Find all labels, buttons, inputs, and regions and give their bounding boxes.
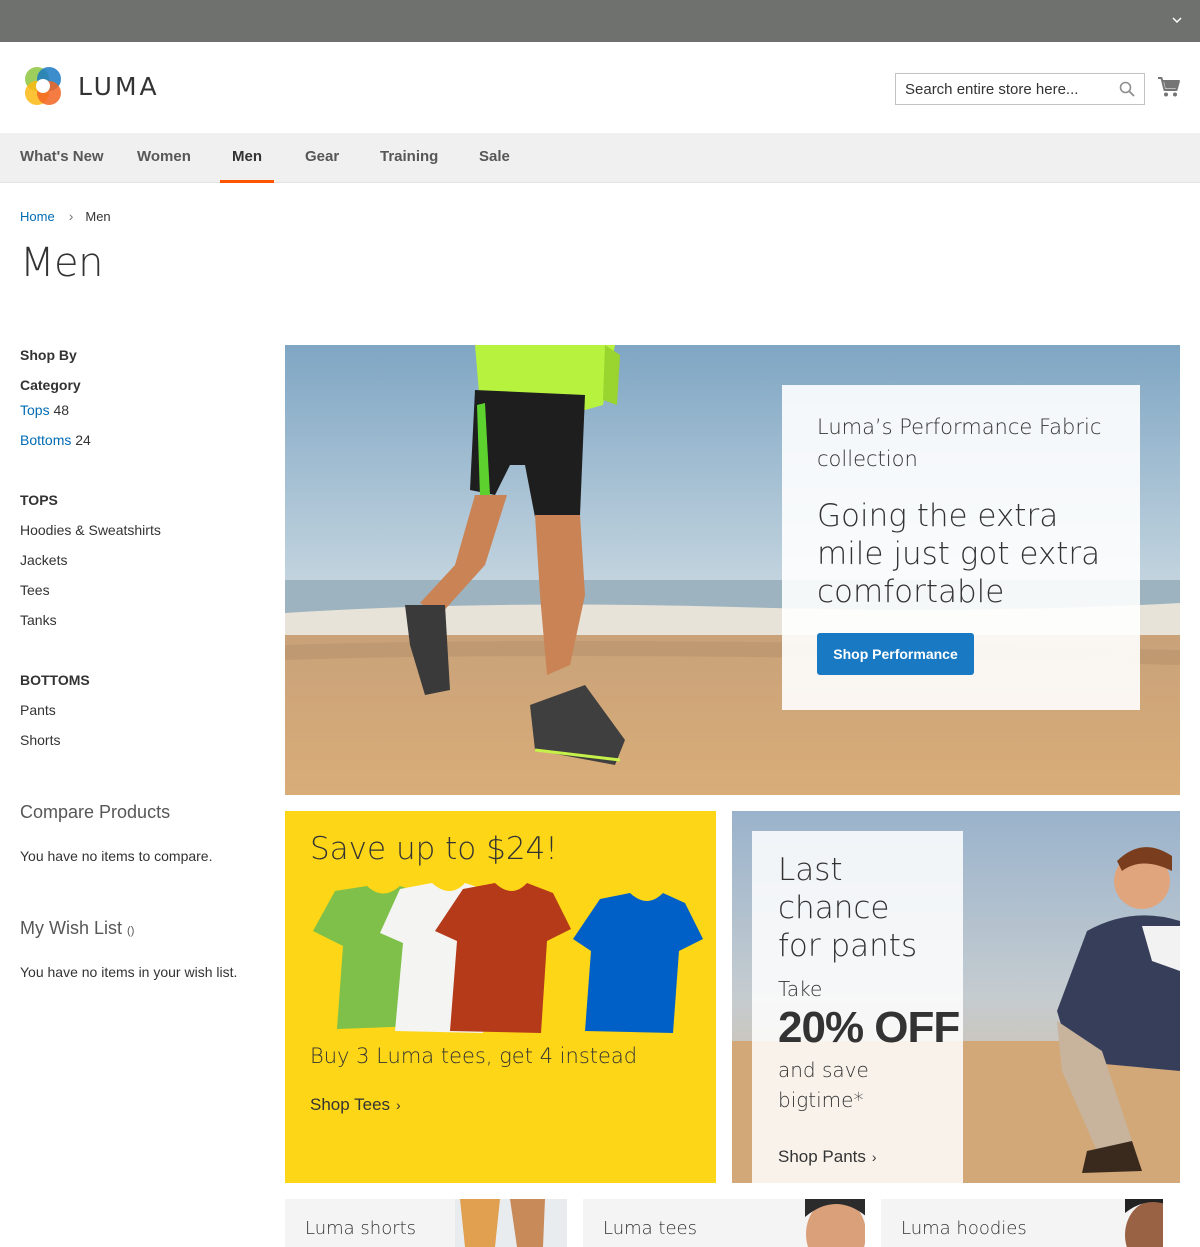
shop-performance-button[interactable]: Shop Performance (817, 633, 974, 675)
active-indicator (220, 180, 274, 183)
pants-promo-take: Take (778, 977, 823, 1001)
compare-products-title: Compare Products (20, 802, 171, 822)
wishlist-count: () (127, 925, 135, 937)
category-label: Tops (20, 402, 50, 418)
tops-heading: TOPS (20, 492, 58, 508)
tshirts-image (313, 883, 703, 1033)
category-filter-tops[interactable]: Tops 48 (20, 402, 69, 418)
pants-promo-tile[interactable]: Last chance for pants Take 20% OFF and s… (732, 811, 1180, 1183)
chevron-right-icon: › (396, 1097, 401, 1113)
shop-tees-link[interactable]: Shop Tees › (310, 1095, 401, 1115)
luma-logo-icon (25, 67, 61, 105)
sidebar-link-tanks[interactable]: Tanks (20, 612, 57, 628)
category-filter-bottoms[interactable]: Bottoms 24 (20, 432, 91, 448)
nav-item-sale[interactable]: Sale (479, 133, 510, 183)
hero-headline: Going the extra mile just got extra comf… (817, 498, 1101, 610)
main-navigation: What's New Women Men Gear Training Sale (0, 133, 1200, 183)
shop-pants-label: Shop Pants (778, 1147, 866, 1166)
tees-promo-tile[interactable]: Save up to $24! Buy 3 Luma tees, get 4 i… (285, 811, 716, 1183)
nav-item-whats-new[interactable]: What's New (20, 133, 104, 183)
top-panel (0, 0, 1200, 42)
luma-hoodies-label: Luma hoodies (901, 1218, 1027, 1239)
nav-item-women[interactable]: Women (137, 133, 191, 183)
sidebar-link-pants[interactable]: Pants (20, 702, 56, 718)
breadcrumb: Home › Men (20, 208, 111, 224)
chevron-down-icon[interactable] (1170, 13, 1184, 27)
hero-banner[interactable]: Luma’s Performance Fabric collection Goi… (285, 345, 1180, 795)
category-count: 48 (53, 402, 70, 418)
pants-promo-discount: 20% OFF (778, 1003, 960, 1052)
sidebar-link-jackets[interactable]: Jackets (20, 552, 67, 568)
pants-promo-headline: Last chance for pants (778, 852, 918, 964)
luma-shorts-tile[interactable]: Luma shorts (285, 1199, 567, 1247)
luma-shorts-label: Luma shorts (305, 1218, 417, 1239)
search-icon[interactable] (1119, 81, 1135, 97)
nav-item-gear[interactable]: Gear (305, 133, 339, 183)
luma-tees-label: Luma tees (603, 1218, 697, 1239)
shop-by-heading: Shop By (20, 347, 77, 363)
hero-subtitle: Luma’s Performance Fabric collection (817, 415, 1102, 471)
nav-item-men[interactable]: Men (220, 133, 274, 183)
sidebar-link-hoodies[interactable]: Hoodies & Sweatshirts (20, 522, 161, 538)
wishlist-title: My Wish List () (20, 918, 134, 939)
shopping-cart-icon[interactable] (1157, 75, 1181, 99)
nav-item-training[interactable]: Training (380, 133, 438, 183)
nav-item-men-label: Men (232, 148, 262, 165)
search-box (895, 73, 1145, 105)
logo-text: LUMA (78, 71, 160, 101)
sidebar-link-tees[interactable]: Tees (20, 582, 50, 598)
shop-tees-label: Shop Tees (310, 1095, 391, 1114)
wishlist-title-text: My Wish List (20, 918, 123, 938)
pants-promo-card: Last chance for pants Take 20% OFF and s… (752, 831, 963, 1183)
luma-logo[interactable]: LUMA (20, 63, 160, 109)
tees-promo-subline: Buy 3 Luma tees, get 4 instead (310, 1044, 638, 1068)
breadcrumb-current: Men (85, 208, 111, 224)
hero-card: Luma’s Performance Fabric collection Goi… (782, 385, 1140, 710)
compare-empty-message: You have no items to compare. (20, 848, 213, 864)
category-label: Bottoms (20, 432, 72, 448)
chevron-right-icon: › (68, 208, 74, 224)
luma-tees-tile[interactable]: Luma tees (583, 1199, 865, 1247)
category-heading: Category (20, 377, 81, 393)
sidebar-link-shorts[interactable]: Shorts (20, 732, 60, 748)
page-title: Men (20, 240, 103, 286)
wishlist-empty-message: You have no items in your wish list. (20, 964, 238, 980)
search-input[interactable] (896, 74, 1106, 104)
category-count: 24 (75, 432, 91, 448)
luma-hoodies-tile[interactable]: Luma hoodies (881, 1199, 1163, 1247)
breadcrumb-home[interactable]: Home (20, 209, 55, 224)
shop-pants-link[interactable]: Shop Pants › (778, 1147, 877, 1167)
chevron-right-icon: › (871, 1149, 877, 1165)
pants-promo-save: and save bigtime* (778, 1058, 869, 1112)
bottoms-heading: BOTTOMS (20, 672, 90, 688)
site-header: LUMA (0, 42, 1200, 133)
